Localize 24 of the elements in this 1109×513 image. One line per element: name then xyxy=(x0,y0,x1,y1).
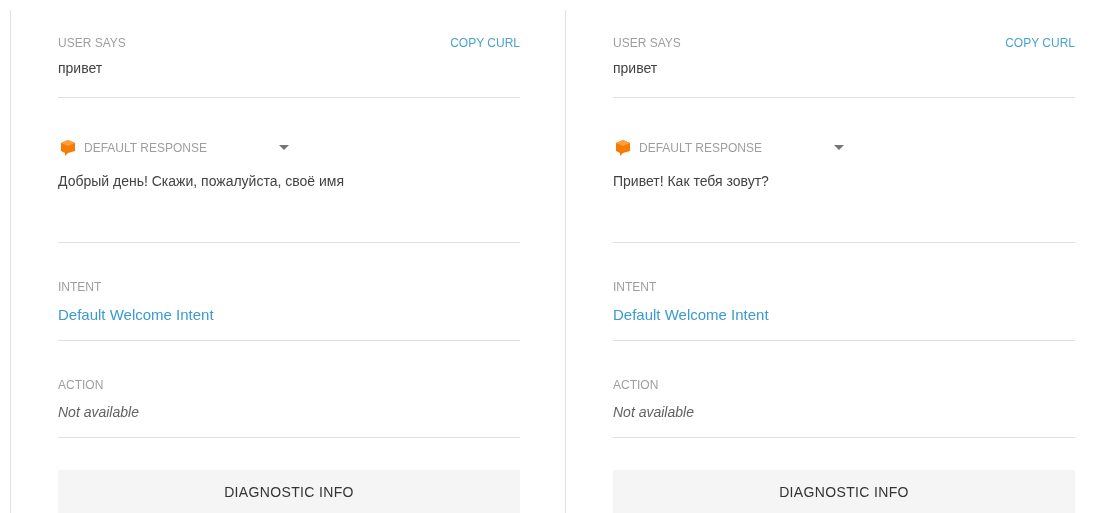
dropdown-caret-icon[interactable] xyxy=(279,145,289,151)
user-query-text: привет xyxy=(58,59,104,78)
field-label: INTENT xyxy=(58,279,103,296)
action-value: Not available xyxy=(58,403,140,422)
intent-link[interactable]: Default Welcome Intent xyxy=(613,304,769,327)
field-label: DEFAULT RESPONSE xyxy=(639,140,763,157)
field-label: DEFAULT RESPONSE xyxy=(84,140,208,157)
diagnostic-info-button[interactable]: DIAGNOSTIC INFO xyxy=(58,470,520,513)
speech-bubble-icon xyxy=(613,138,633,158)
user-query-text: привет xyxy=(613,59,659,78)
copy-curl-link[interactable]: COPY CURL xyxy=(1005,34,1075,52)
field-label: USER SAYS xyxy=(58,35,126,52)
response-text: Добрый день! Скажи, пожалуйста, своё имя xyxy=(58,172,345,191)
field-label: ACTION xyxy=(58,377,105,394)
field-label: INTENT xyxy=(613,279,658,296)
action-value: Not available xyxy=(613,403,695,422)
intent-link[interactable]: Default Welcome Intent xyxy=(58,304,214,327)
dropdown-caret-icon[interactable] xyxy=(834,145,844,151)
response-text: Привет! Как тебя зовут? xyxy=(613,172,770,191)
copy-curl-link[interactable]: COPY CURL xyxy=(450,34,520,52)
speech-bubble-icon xyxy=(58,138,78,158)
diagnostic-info-button[interactable]: DIAGNOSTIC INFO xyxy=(613,470,1075,513)
field-label: ACTION xyxy=(613,377,660,394)
field-label: USER SAYS xyxy=(613,35,681,52)
